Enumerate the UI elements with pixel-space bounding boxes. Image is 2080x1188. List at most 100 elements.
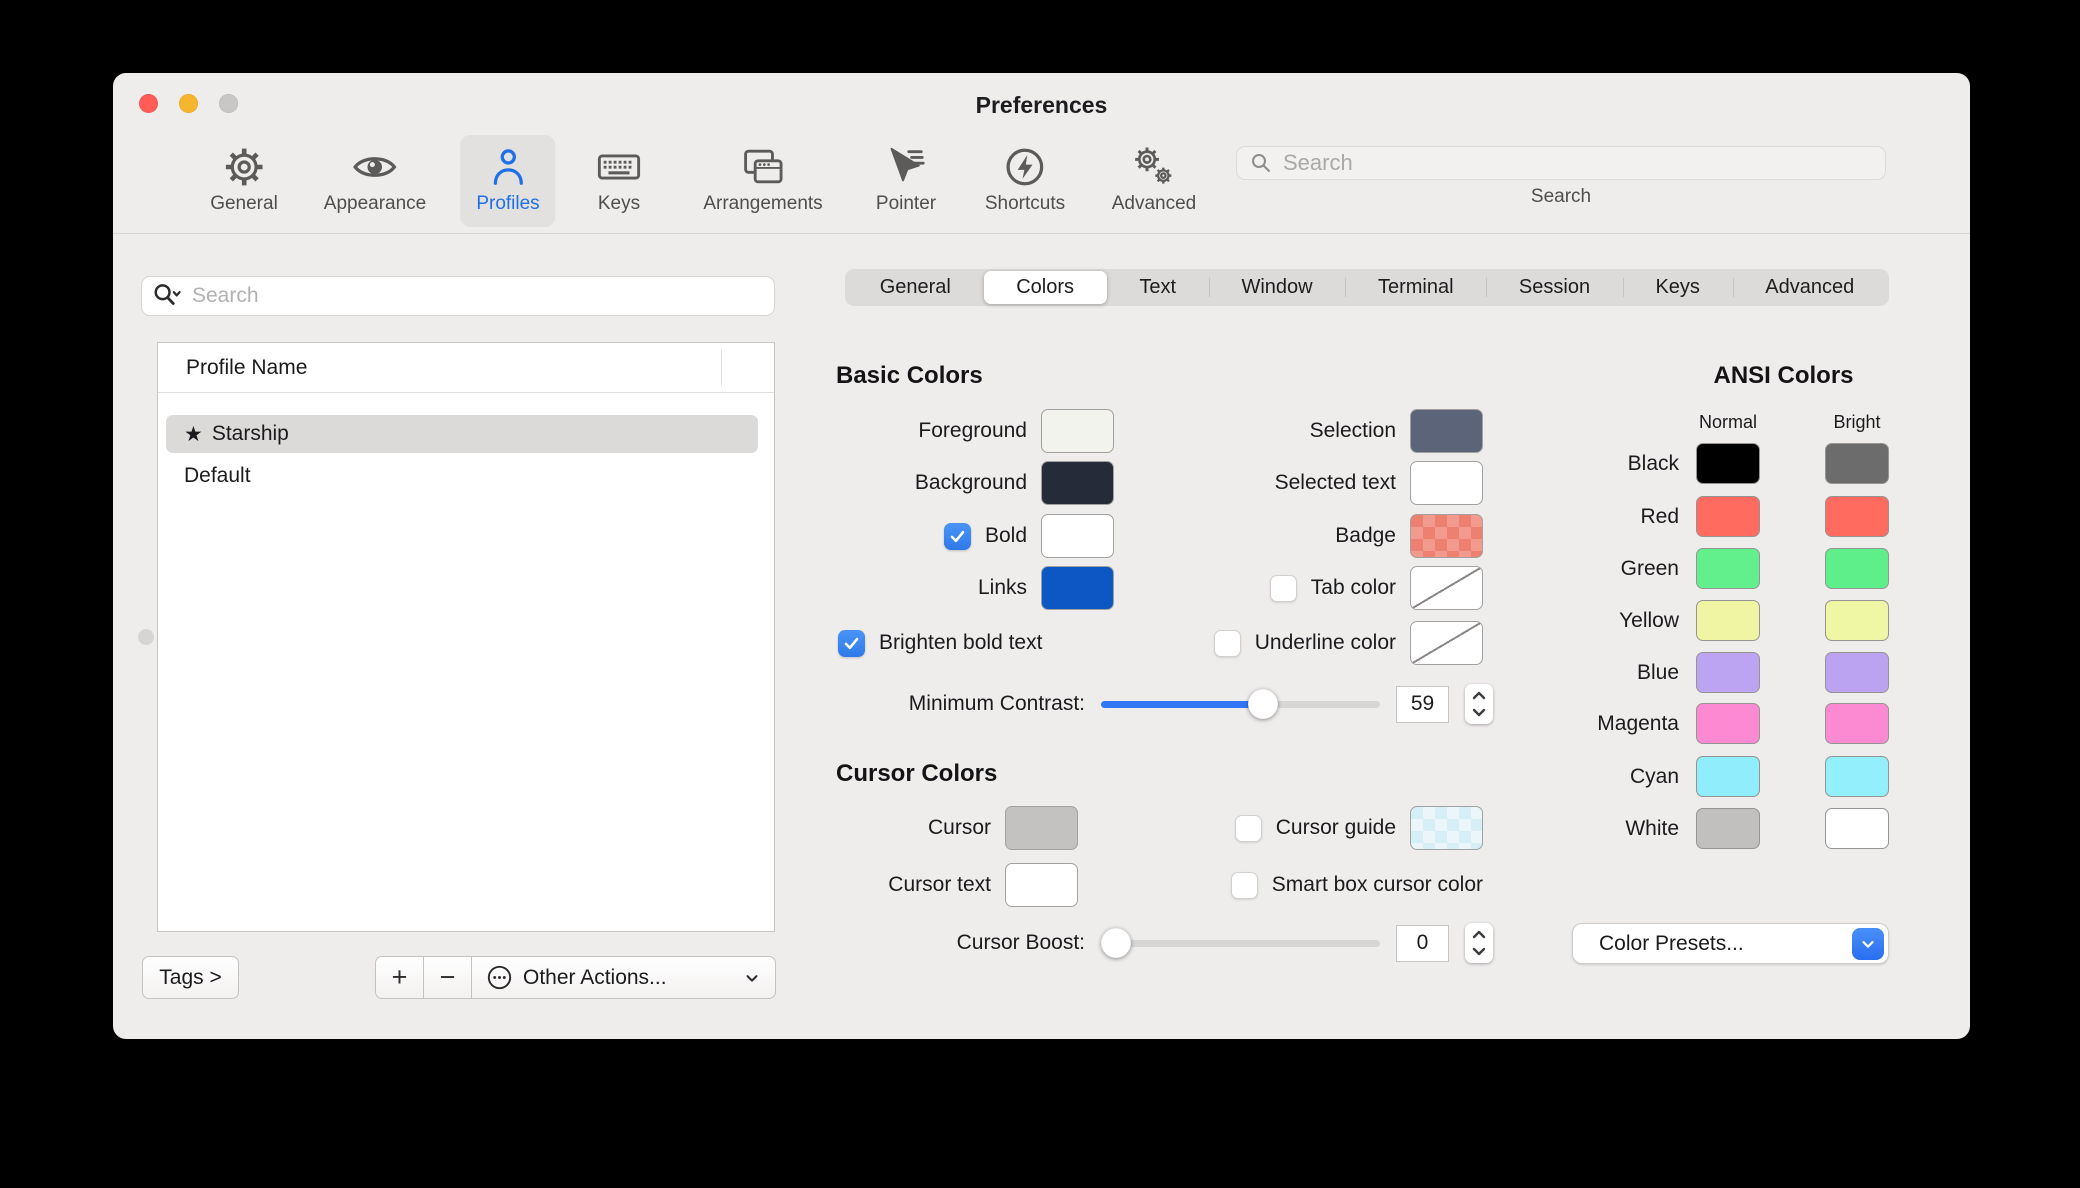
search-icon [1249, 151, 1273, 175]
cursor-boost-slider[interactable] [1101, 928, 1380, 958]
person-icon [484, 143, 532, 191]
tab-general[interactable]: General [847, 271, 984, 304]
toolbar-item-general[interactable]: General [194, 135, 294, 227]
brighten-bold-checkbox[interactable] [838, 629, 865, 657]
tags-button[interactable]: Tags > [142, 956, 239, 999]
bold-swatch[interactable] [1041, 514, 1114, 558]
ansi-magenta-bright-swatch[interactable] [1825, 703, 1889, 744]
chevron-down-icon [1472, 708, 1486, 716]
background-swatch[interactable] [1041, 461, 1114, 505]
color-presets-dropdown[interactable]: Color Presets... [1572, 923, 1889, 964]
ansi-white-normal-swatch[interactable] [1696, 808, 1760, 849]
toolbar-label: Shortcuts [984, 193, 1066, 214]
remove-profile-button[interactable]: − [424, 957, 472, 998]
toolbar-label: Keys [597, 193, 641, 214]
selected-text-swatch[interactable] [1410, 461, 1483, 505]
tab-color-swatch[interactable] [1410, 566, 1483, 610]
tab-window[interactable]: Window [1208, 271, 1346, 304]
ansi-white-bright-swatch[interactable] [1825, 808, 1889, 849]
gear-icon [220, 143, 268, 191]
keyboard-icon [595, 143, 643, 191]
ansi-red-normal-swatch[interactable] [1696, 496, 1760, 537]
ansi-row-blue: Blue [1549, 652, 1889, 693]
ansi-blue-normal-swatch[interactable] [1696, 652, 1760, 693]
ansi-label: Black [1627, 451, 1679, 475]
tab-text[interactable]: Text [1107, 271, 1209, 304]
toolbar-label: Profiles [476, 193, 540, 214]
slider-knob[interactable] [1101, 928, 1131, 958]
bolt-icon [1001, 143, 1049, 191]
cursor-swatch[interactable] [1005, 806, 1078, 850]
toolbar-item-appearance[interactable]: Appearance [308, 135, 442, 227]
ansi-black-normal-swatch[interactable] [1696, 443, 1760, 484]
toolbar-label: Pointer [875, 193, 937, 214]
profile-row-default[interactable]: Default [166, 457, 758, 495]
toolbar-search-input[interactable]: Search [1236, 146, 1886, 180]
ansi-blue-bright-swatch[interactable] [1825, 652, 1889, 693]
selection-label: Selection [1309, 419, 1396, 442]
ansi-row-yellow: Yellow [1549, 600, 1889, 641]
toolbar-item-arrangements[interactable]: Arrangements [687, 135, 838, 227]
tab-color-checkbox[interactable] [1269, 574, 1297, 602]
ansi-cyan-normal-swatch[interactable] [1696, 756, 1760, 797]
tab-terminal[interactable]: Terminal [1345, 271, 1486, 304]
badge-swatch[interactable] [1410, 514, 1483, 558]
minimum-contrast-slider[interactable] [1101, 689, 1380, 719]
splitter-handle-dot[interactable] [138, 629, 154, 645]
toolbar-item-keys[interactable]: Keys [579, 135, 659, 227]
slider-track[interactable] [1101, 940, 1380, 947]
selection-swatch[interactable] [1410, 409, 1483, 453]
underline-color-swatch[interactable] [1410, 621, 1483, 665]
chevron-up-icon [1472, 692, 1486, 700]
foreground-label: Foreground [918, 419, 1027, 442]
tab-colors[interactable]: Colors [983, 271, 1107, 304]
profile-row-starship[interactable]: ★ Starship [166, 415, 758, 453]
color-presets-label: Color Presets... [1599, 931, 1744, 955]
cursor-boost-value[interactable]: 0 [1396, 924, 1449, 962]
ansi-yellow-bright-swatch[interactable] [1825, 600, 1889, 641]
tab-keys[interactable]: Keys [1622, 271, 1733, 304]
ansi-cyan-bright-swatch[interactable] [1825, 756, 1889, 797]
cursor-text-swatch[interactable] [1005, 863, 1078, 907]
tab-advanced[interactable]: Advanced [1732, 271, 1887, 304]
minimum-contrast-stepper[interactable] [1465, 684, 1493, 724]
preferences-window: Preferences General Appearance Profiles … [113, 73, 1970, 1039]
bold-checkbox[interactable] [943, 522, 971, 550]
background-label: Background [914, 471, 1027, 494]
ansi-black-bright-swatch[interactable] [1825, 443, 1889, 484]
ansi-yellow-normal-swatch[interactable] [1696, 600, 1760, 641]
cursor-boost-label: Cursor Boost: [956, 931, 1085, 954]
other-actions-dropdown[interactable]: Other Actions... [472, 957, 775, 998]
underline-color-label: Underline color [1254, 631, 1396, 654]
smart-box-checkbox[interactable] [1230, 871, 1258, 899]
toolbar-item-shortcuts[interactable]: Shortcuts [969, 135, 1081, 227]
tab-session[interactable]: Session [1486, 271, 1623, 304]
cursor-guide-checkbox[interactable] [1234, 814, 1262, 842]
toolbar-label: Advanced [1111, 193, 1197, 214]
toolbar-item-advanced[interactable]: Advanced [1096, 135, 1213, 227]
selection-row: Selection [1310, 405, 1483, 457]
bold-label: Bold [984, 524, 1027, 547]
minimum-contrast-value[interactable]: 59 [1396, 685, 1449, 723]
cursor-guide-swatch[interactable] [1410, 806, 1483, 850]
foreground-swatch[interactable] [1041, 409, 1114, 453]
ansi-red-bright-swatch[interactable] [1825, 496, 1889, 537]
toolbar: General Appearance Profiles Keys Arrange… [113, 133, 1970, 234]
underline-color-checkbox[interactable] [1213, 629, 1241, 657]
cursor-boost-stepper[interactable] [1465, 923, 1493, 963]
ansi-label: Cyan [1629, 764, 1679, 788]
slider-knob[interactable] [1247, 689, 1278, 719]
links-swatch[interactable] [1041, 566, 1114, 610]
badge-label: Badge [1335, 524, 1396, 547]
add-profile-button[interactable]: + [376, 957, 424, 998]
ansi-green-bright-swatch[interactable] [1825, 548, 1889, 589]
profile-list-header[interactable]: Profile Name [158, 343, 774, 393]
profile-search-input[interactable]: Search [141, 276, 775, 316]
tab-color-row: Tab color [1269, 562, 1483, 614]
toolbar-item-profiles[interactable]: Profiles [460, 135, 556, 227]
ansi-magenta-normal-swatch[interactable] [1696, 703, 1760, 744]
tags-button-label: Tags > [159, 965, 222, 989]
links-row: Links [978, 562, 1114, 614]
ansi-green-normal-swatch[interactable] [1696, 548, 1760, 589]
toolbar-item-pointer[interactable]: Pointer [860, 135, 952, 227]
